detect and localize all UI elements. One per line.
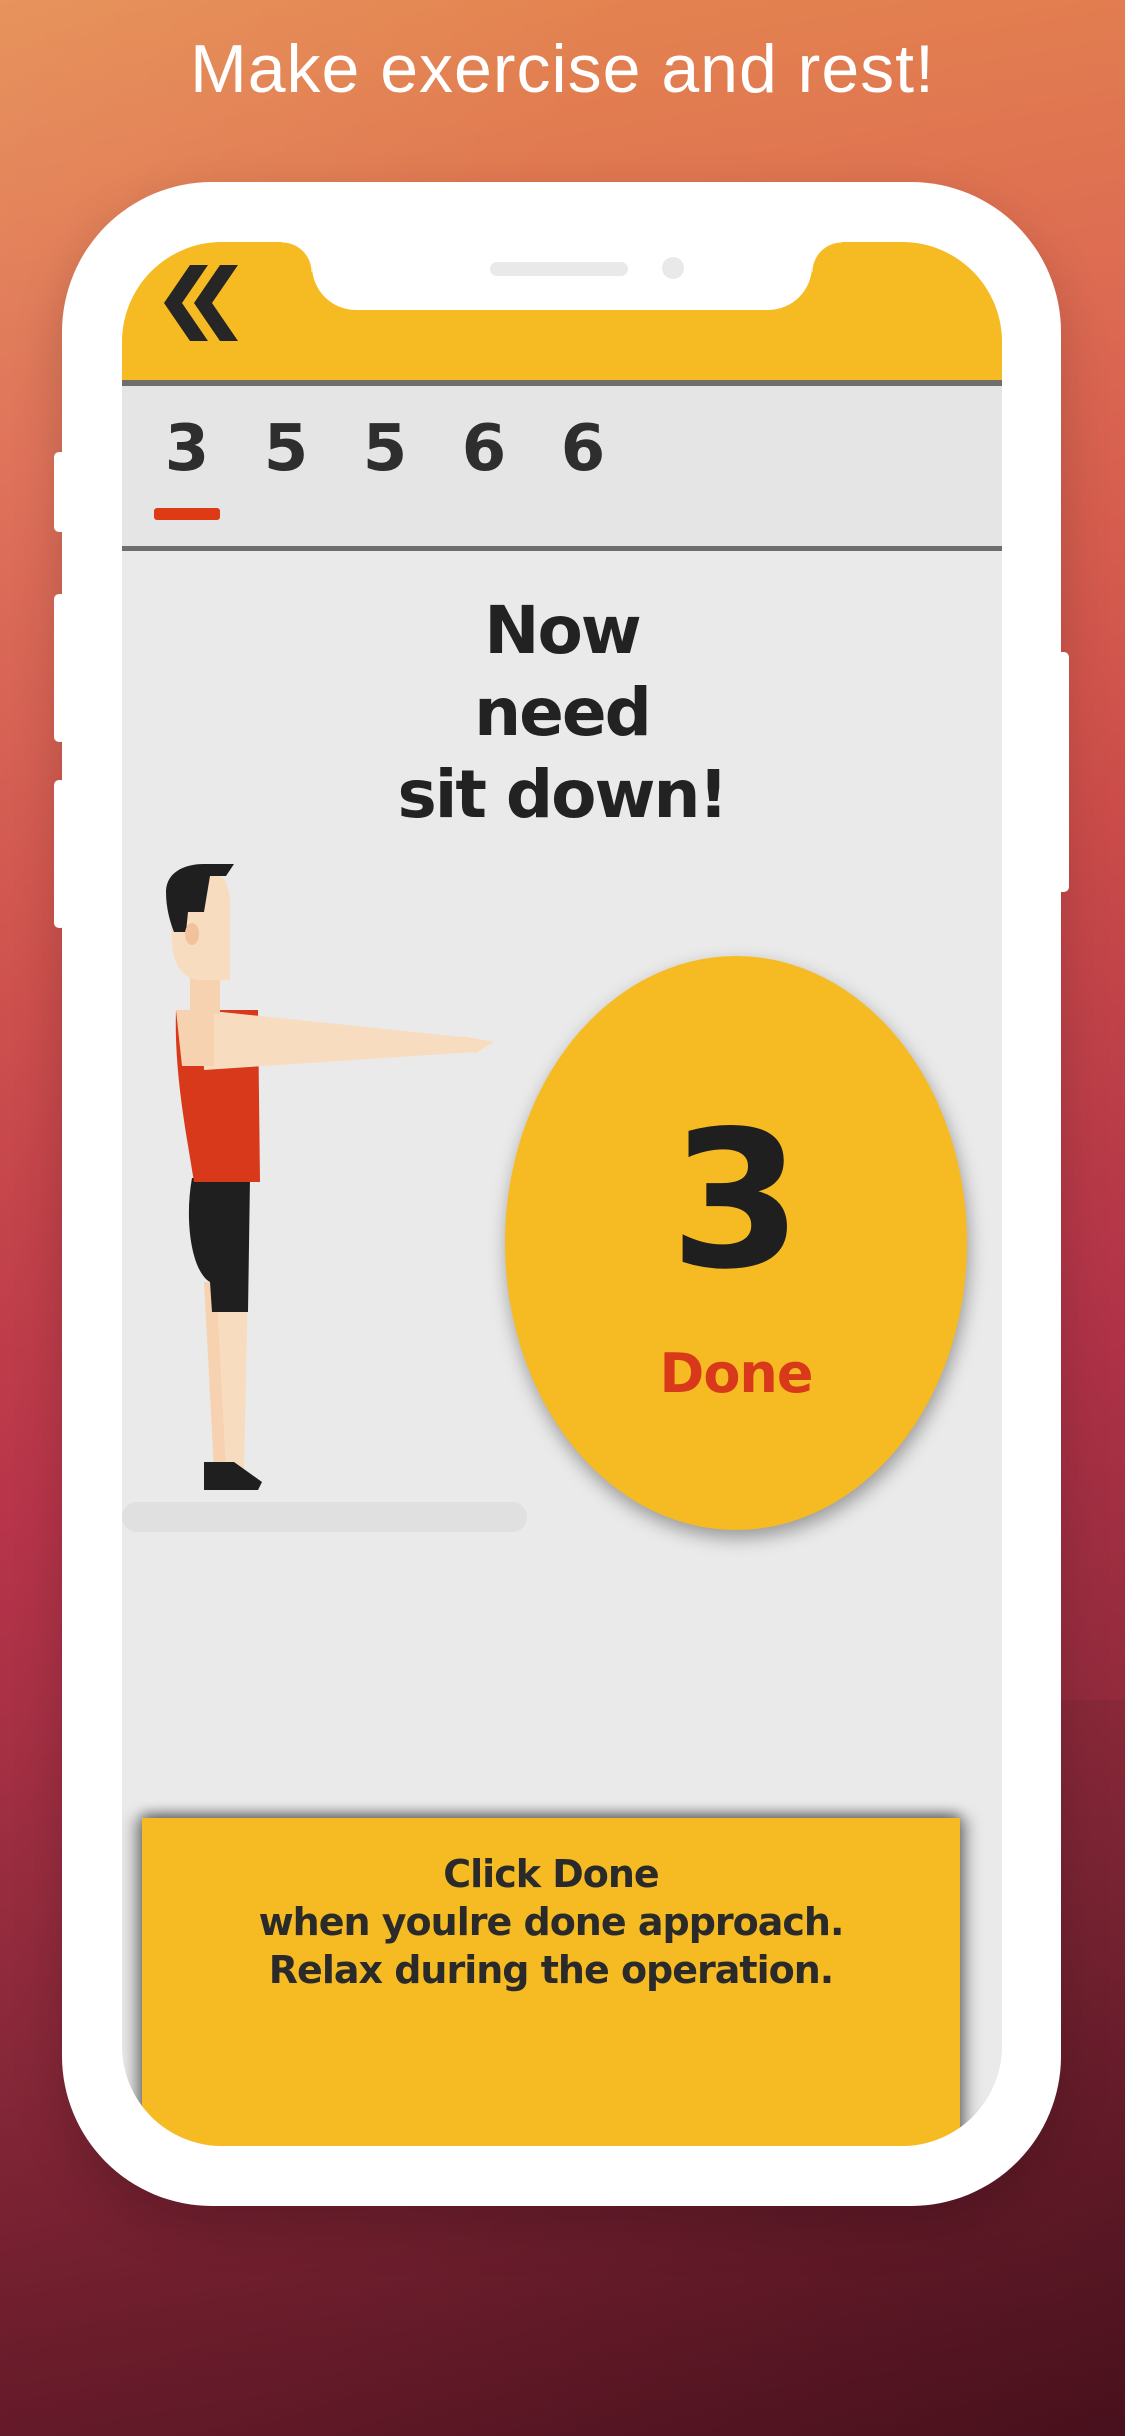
rep-tab-5[interactable]: 6 — [548, 412, 618, 486]
phone-side-button — [1057, 652, 1069, 892]
rep-tab-1[interactable]: 3 — [152, 412, 222, 486]
done-counter-button[interactable]: 3 Done — [505, 956, 967, 1530]
phone-side-button — [54, 594, 66, 742]
hint-text: Click Done when youlre done approach. Re… — [142, 1850, 960, 1994]
rep-tab-2[interactable]: 5 — [251, 412, 321, 486]
rep-tab-3[interactable]: 5 — [350, 412, 420, 486]
speaker-grille — [490, 262, 628, 276]
promo-title: Make exercise and rest! — [190, 31, 935, 107]
double-chevron-left-icon — [164, 265, 238, 341]
done-label: Done — [659, 1342, 814, 1405]
instruction-line: sit down! — [397, 756, 728, 833]
phone-notch — [282, 242, 842, 310]
front-camera — [662, 257, 684, 279]
rep-tabs: 3 5 5 6 6 — [122, 386, 1002, 551]
hint-line: Relax during the operation. — [268, 1948, 834, 1992]
instruction-line: Now — [484, 592, 642, 669]
hint-panel: Click Done when youlre done approach. Re… — [142, 1818, 960, 2146]
rep-count-value: 3 — [669, 1090, 803, 1311]
app-screen: TRAINING DAY 1 3 5 5 6 6 Now need sit do… — [122, 242, 1002, 2146]
phone-frame: TRAINING DAY 1 3 5 5 6 6 Now need sit do… — [54, 182, 1069, 2206]
back-button[interactable] — [142, 248, 262, 358]
active-rep-indicator — [154, 508, 220, 520]
instruction-line: need — [474, 674, 652, 751]
hint-line: when youlre done approach. — [258, 1900, 845, 1944]
exercise-figure-illustration — [122, 864, 527, 1532]
phone-side-button — [54, 452, 66, 532]
exercise-instruction: Now need sit down! — [122, 590, 1002, 836]
rep-tab-4[interactable]: 6 — [449, 412, 519, 486]
phone-side-button — [54, 780, 66, 928]
hint-line: Click Done — [443, 1852, 659, 1896]
